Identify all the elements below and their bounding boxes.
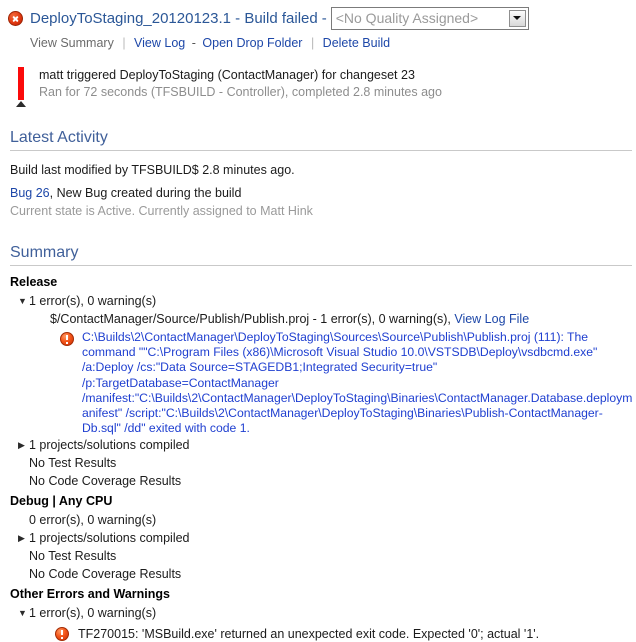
error-message: C:\Builds\2\ContactManager\DeployToStagi… [82,330,633,436]
error-entry: TF270015: 'MSBuild.exe' returned an unex… [55,625,636,642]
error-x-circle-icon [8,10,23,26]
summary-heading: Summary [10,244,632,266]
bug-link[interactable]: Bug 26 [10,186,50,200]
config-release-no-tests: No Test Results [29,456,117,471]
config-release-counts: 1 error(s), 0 warning(s) [29,294,157,308]
expander-placeholder: ▶ [18,511,29,529]
nav-separator-2: | [310,36,315,50]
nav-view-log[interactable]: View Log [134,36,185,50]
other-errors-heading: Other Errors and Warnings [10,587,170,602]
config-debug-no-coverage: No Code Coverage Results [29,567,182,582]
build-actions-nav: View Summary | View Log - Open Drop Fold… [0,30,636,56]
build-title-row: DeployToStaging_20120123.1 - Build faile… [0,0,636,30]
config-release-compiled-row[interactable]: ▶ 1 projects/solutions compiled [18,436,636,454]
build-quality-value: <No Quality Assigned> [335,10,479,26]
config-debug-counts: 0 error(s), 0 warning(s) [29,513,157,528]
config-debug-no-tests: No Test Results [29,549,117,564]
summary-body: Release ▼ 1 error(s), 0 warning(s) $/Cont… [10,275,636,642]
error-exclamation-icon [60,332,74,346]
bug-state: Current state is Active. Currently assig… [10,204,313,218]
config-release-counts-row[interactable]: ▼ 1 error(s), 0 warning(s) [18,292,636,310]
expander-placeholder: ▶ [18,547,29,565]
expander-placeholder: ▶ [18,565,29,583]
expander-placeholder: ▶ [18,454,29,472]
config-release-compiled: 1 projects/solutions compiled [29,438,190,453]
config-release-coverage-row: ▶No Code Coverage Results [18,472,636,490]
expander-placeholder: ▶ [18,472,29,490]
build-status-bar-icon [16,67,26,107]
bug-line: Bug 26, New Bug created during the build [10,184,636,202]
build-last-modified: Build last modified by TFSBUILD$ 2.8 min… [10,163,295,177]
other-errors-counts: 1 error(s), 0 warning(s) [29,606,157,621]
nav-dash: - [191,36,196,50]
expander-triangle-icon[interactable]: ▶ [18,436,29,454]
view-log-file-link[interactable]: View Log File [454,312,529,326]
expander-triangle-icon[interactable]: ▼ [18,292,29,310]
nav-view-summary[interactable]: View Summary [30,36,114,50]
build-quality-select[interactable]: <No Quality Assigned> [330,6,529,30]
nav-separator: | [122,36,126,50]
config-debug-coverage-row: ▶No Code Coverage Results [18,565,636,583]
bug-line-rest: , New Bug created during the build [49,186,242,200]
chevron-down-icon[interactable] [508,9,526,27]
config-release-no-coverage: No Code Coverage Results [29,474,182,489]
build-trigger-headline: matt triggered DeployToStaging (ContactM… [39,68,415,82]
error-message: TF270015: 'MSBuild.exe' returned an unex… [78,627,540,642]
config-release-project-text: $/ContactManager/Source/Publish/Publish.… [50,312,455,326]
expander-triangle-icon[interactable]: ▶ [18,529,29,547]
nav-delete-build[interactable]: Delete Build [323,36,390,50]
latest-activity-heading: Latest Activity [10,129,632,151]
expander-triangle-icon[interactable]: ▼ [18,604,29,622]
nav-open-drop-folder[interactable]: Open Drop Folder [202,36,302,50]
config-heading-release: Release [10,275,58,289]
config-heading-debug: Debug | Any CPU [10,494,113,509]
build-trigger-text: matt triggered DeployToStaging (ContactM… [39,67,442,101]
error-exclamation-icon [55,627,69,642]
latest-activity-body: Build last modified by TFSBUILD$ 2.8 min… [10,161,636,220]
config-debug-compiled-row[interactable]: ▶ 1 projects/solutions compiled [18,529,636,547]
title-dash: - [321,9,327,27]
config-debug-compiled: 1 projects/solutions compiled [29,531,190,546]
config-release-project-row: $/ContactManager/Source/Publish/Publish.… [50,310,636,328]
page-title: DeployToStaging_20120123.1 - Build faile… [30,9,318,27]
other-errors-counts-row[interactable]: ▼ 1 error(s), 0 warning(s) [18,604,636,622]
config-debug-counts-row: ▶0 error(s), 0 warning(s) [18,511,636,529]
config-release-tests-row: ▶No Test Results [18,454,636,472]
error-entry: C:\Builds\2\ContactManager\DeployToStagi… [60,330,636,436]
config-debug-tests-row: ▶No Test Results [18,547,636,565]
build-trigger-duration: Ran for 72 seconds (TFSBUILD - Controlle… [39,85,442,99]
build-trigger-block: matt triggered DeployToStaging (ContactM… [16,67,636,107]
